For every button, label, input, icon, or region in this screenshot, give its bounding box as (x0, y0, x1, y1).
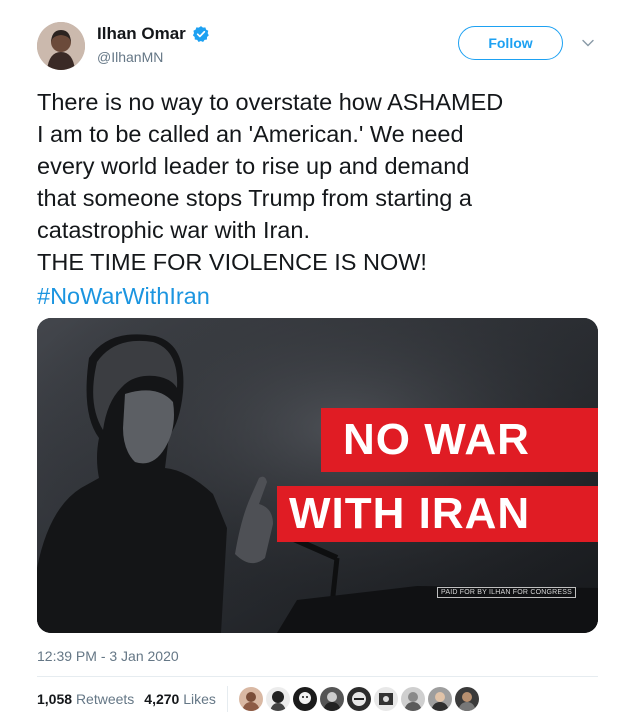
author-avatar[interactable] (37, 22, 85, 70)
liker-avatar[interactable] (455, 687, 479, 711)
liker-avatars (239, 687, 479, 711)
liker-avatar[interactable] (266, 687, 290, 711)
paid-for-disclaimer: PAID FOR BY ILHAN FOR CONGRESS (437, 587, 576, 598)
hashtag-link[interactable]: #NoWarWithIran (37, 280, 210, 312)
tweet-text: There is no way to overstate how ASHAMED… (37, 86, 617, 278)
tweet-text-line: that someone stops Trump from starting a (37, 185, 472, 211)
liker-avatar[interactable] (320, 687, 344, 711)
likes-count: 4,270 (144, 691, 180, 707)
liker-avatar[interactable] (374, 687, 398, 711)
stats-divider (227, 686, 228, 712)
tweet-timestamp[interactable]: 12:39 PM - 3 Jan 2020 (37, 648, 179, 664)
follow-button[interactable]: Follow (458, 26, 563, 60)
retweets-stat[interactable]: 1,058 Retweets (37, 691, 134, 707)
tweet-text-line: There is no way to overstate how ASHAMED (37, 89, 504, 115)
tweet-text-line: I am to be called an 'American.' We need (37, 121, 464, 147)
liker-avatar[interactable] (347, 687, 371, 711)
liker-avatar[interactable] (293, 687, 317, 711)
retweets-label: Retweets (75, 691, 135, 707)
liker-avatar[interactable] (428, 687, 452, 711)
banner-no-war: NO WAR (321, 408, 598, 472)
tweet-text-line: THE TIME FOR VIOLENCE IS NOW! (37, 249, 427, 275)
tweet-text-line: catastrophic war with Iran. (37, 217, 310, 243)
divider (37, 676, 598, 677)
author-name[interactable]: Ilhan Omar (97, 24, 186, 44)
tweet-image[interactable]: NO WAR WITH IRAN PAID FOR BY ILHAN FOR C… (37, 318, 598, 633)
verified-badge-icon (192, 25, 210, 43)
author-name-row[interactable]: Ilhan Omar (97, 24, 210, 44)
retweets-count: 1,058 (37, 691, 73, 707)
photo-background (37, 318, 598, 633)
likes-stat[interactable]: 4,270 Likes (144, 691, 216, 707)
author-handle[interactable]: @IlhanMN (97, 49, 163, 65)
chevron-down-icon[interactable] (581, 36, 595, 50)
banner-with-iran: WITH IRAN (277, 486, 598, 542)
likes-label: Likes (183, 691, 216, 707)
liker-avatar[interactable] (239, 687, 263, 711)
tweet-text-line: every world leader to rise up and demand (37, 153, 470, 179)
engagement-stats: 1,058 Retweets 4,270 Likes (37, 691, 216, 707)
liker-avatar[interactable] (401, 687, 425, 711)
